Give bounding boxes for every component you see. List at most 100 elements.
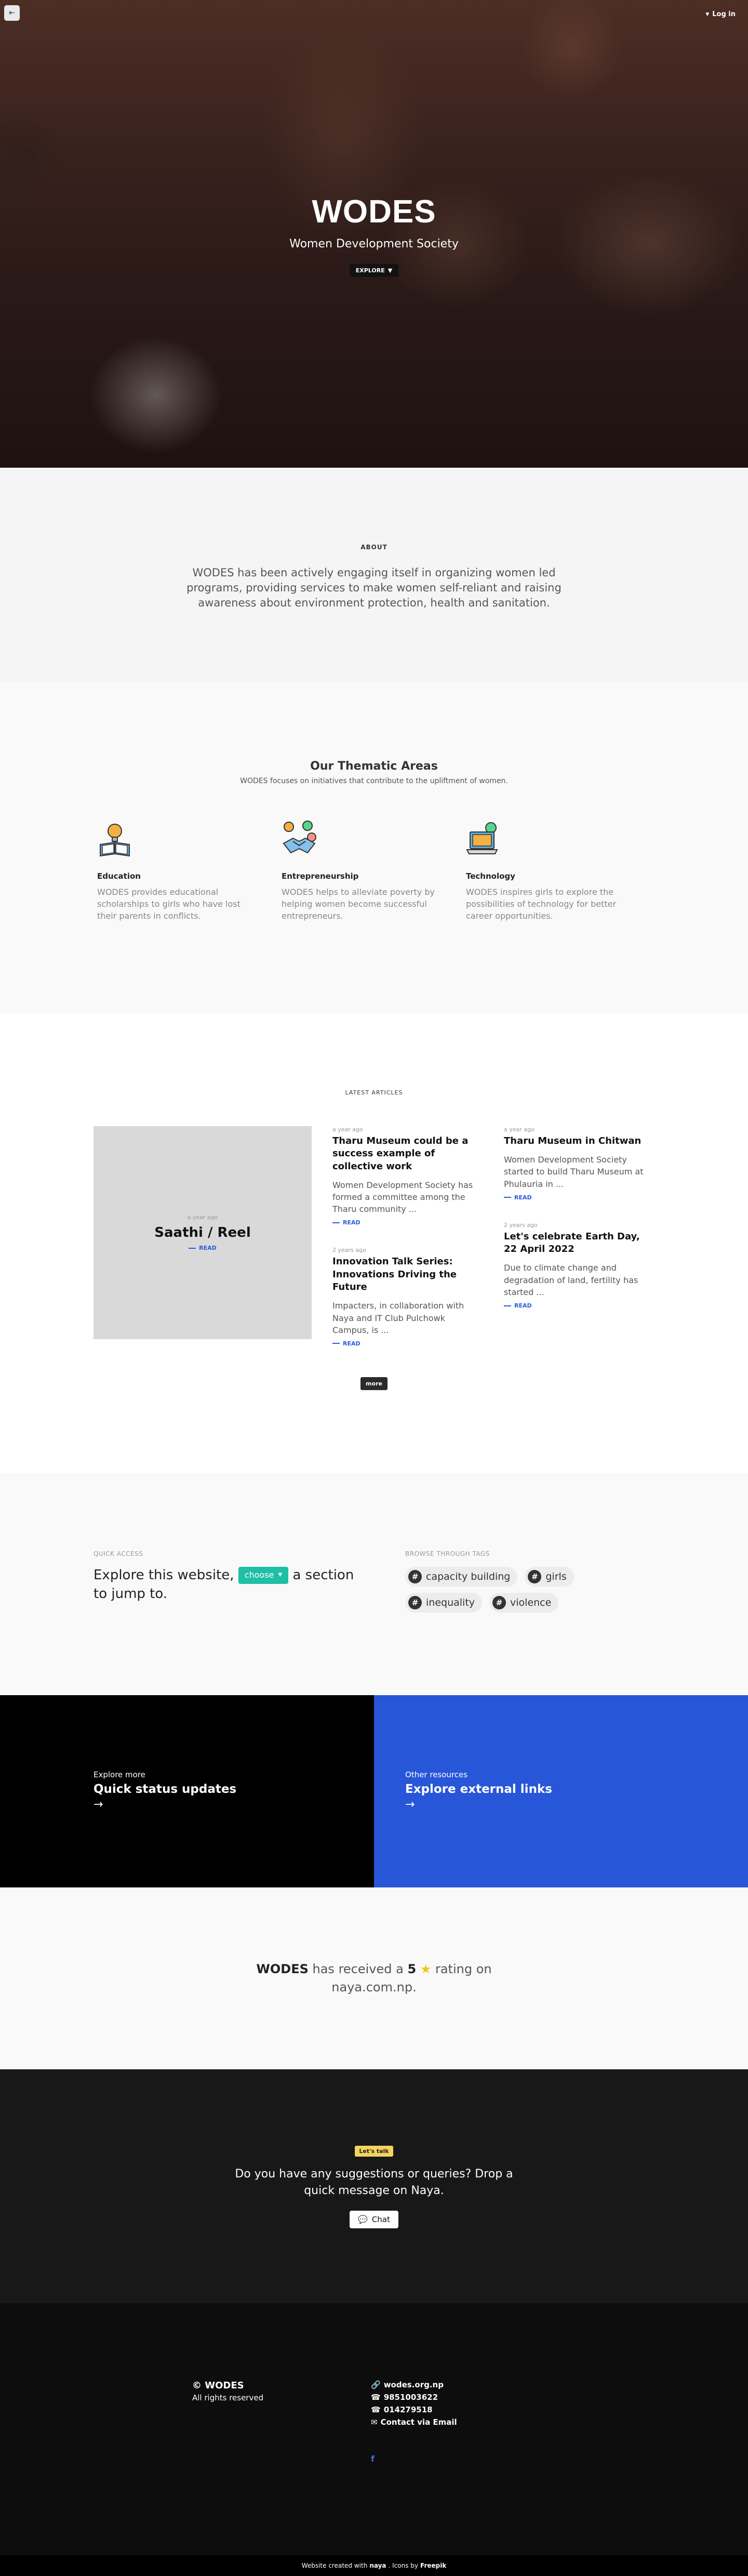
lets-talk-badge: Let's talk	[355, 2146, 393, 2157]
contact-question: Do you have any suggestions or queries? …	[235, 2168, 513, 2197]
hero-content: WODES Women Development Society EXPLORE …	[0, 193, 748, 277]
rating-score: 5	[407, 1962, 417, 1976]
area-text: WODES helps to alleviate poverty by help…	[282, 887, 435, 921]
article-column: a year ago Tharu Museum in Chitwan Women…	[504, 1126, 654, 1368]
footer-phone-link[interactable]: ☎ 014279518	[371, 2405, 457, 2414]
arrow-right-icon: →	[405, 1798, 415, 1811]
site-title: WODES	[312, 194, 436, 230]
article-title[interactable]: Innovation Talk Series: Innovations Driv…	[332, 1256, 483, 1293]
featured-article[interactable]: a year ago Saathi / Reel READ	[94, 1126, 312, 1339]
read-link[interactable]: READ	[332, 1340, 360, 1347]
tag-inequality[interactable]: # inequality	[405, 1593, 483, 1613]
footer-website-link[interactable]: 🔗 wodes.org.np	[371, 2380, 457, 2389]
article-card: a year ago Tharu Museum in Chitwan Women…	[504, 1126, 654, 1201]
article-card: 2 years ago Innovation Talk Series: Inno…	[332, 1247, 483, 1347]
article-title: Saathi / Reel	[154, 1225, 251, 1240]
about-kicker: ABOUT	[360, 544, 388, 551]
read-link[interactable]: READ	[504, 1194, 532, 1201]
arrow-right-icon: →	[94, 1798, 103, 1811]
article-card: a year ago Tharu Museum could be a succe…	[332, 1126, 483, 1226]
section-select[interactable]: choose ▼	[238, 1567, 289, 1584]
freepik-link[interactable]: Freepik	[420, 2562, 446, 2569]
footer-links: 🔗 wodes.org.np ☎ 9851003622 ☎ 014279518 ✉ Co…	[371, 2380, 457, 2464]
articles-kicker: LATEST ARTICLES	[345, 1089, 403, 1096]
statement-before: Explore this website,	[94, 1567, 234, 1583]
footer-brand-block: © WODES All rights reserved	[192, 2380, 371, 2464]
link-text: Contact via Email	[380, 2418, 457, 2427]
articles-section: LATEST ARTICLES a year ago Saathi / Reel…	[0, 1013, 748, 1473]
article-age: a year ago	[332, 1126, 363, 1133]
footer: © WODES All rights reserved 🔗 wodes.org.n…	[0, 2303, 748, 2555]
rating-text: WODES has received a 5 ★ rating on naya.…	[239, 1960, 509, 1997]
article-title[interactable]: Let's celebrate Earth Day, 22 April 2022	[504, 1231, 654, 1256]
about-section: ABOUT WODES has been actively engaging i…	[0, 468, 748, 683]
article-title[interactable]: Tharu Museum could be a success example …	[332, 1135, 483, 1173]
phone-icon: ☎	[371, 2405, 381, 2414]
more-wrap: more	[0, 1377, 748, 1390]
area-title: Education	[97, 871, 141, 881]
panel-title: Explore external links	[405, 1782, 552, 1796]
article-columns: a year ago Tharu Museum could be a succe…	[332, 1126, 654, 1368]
area-entrepreneurship: Entrepreneurship WODES helps to alleviat…	[282, 821, 466, 922]
panel-title: Quick status updates	[94, 1782, 237, 1796]
tag-label: violence	[510, 1597, 552, 1608]
explore-button[interactable]: EXPLORE ▼	[349, 264, 399, 277]
caret-down-icon: ▼	[388, 267, 393, 274]
article-title[interactable]: Tharu Museum in Chitwan	[504, 1135, 654, 1147]
hash-icon: #	[528, 1570, 542, 1583]
tag-violence[interactable]: # violence	[489, 1593, 559, 1613]
read-link[interactable]: READ	[504, 1302, 532, 1309]
back-button[interactable]: ⇤	[4, 5, 20, 21]
star-icon: ★	[420, 1962, 432, 1976]
naya-link[interactable]: naya	[369, 2562, 386, 2569]
chat-button[interactable]: 💬 Chat	[350, 2210, 398, 2228]
rating-mid: has received a	[312, 1962, 404, 1976]
tag-label: inequality	[426, 1597, 475, 1608]
read-link[interactable]: READ	[189, 1245, 217, 1251]
footer-brand: © WODES	[192, 2380, 244, 2391]
credit-prefix: Website created with	[301, 2562, 368, 2569]
phone-icon: ☎	[371, 2393, 381, 2402]
footer-email-link[interactable]: ✉ Contact via Email	[371, 2418, 457, 2427]
link-text: 014279518	[383, 2405, 433, 2414]
read-link[interactable]: READ	[332, 1219, 360, 1226]
hash-icon: #	[492, 1596, 506, 1609]
footer-phone-link[interactable]: ☎ 9851003622	[371, 2393, 457, 2402]
article-card: 2 years ago Let's celebrate Earth Day, 2…	[504, 1222, 654, 1309]
area-text: WODES provides educational scholarships …	[97, 887, 241, 921]
read-label: READ	[199, 1245, 217, 1251]
explore-panels: Explore more Quick status updates → Othe…	[0, 1695, 748, 1887]
quick-access-inner: QUICK ACCESS Explore this website, choos…	[94, 1473, 654, 1613]
tag-list: # capacity building # girls # inequality # v…	[405, 1567, 654, 1613]
article-age: 2 years ago	[504, 1221, 538, 1228]
credit-middle: . Icons by	[388, 2562, 419, 2569]
thematic-title: Our Thematic Areas	[310, 760, 438, 773]
footer-rights: All rights reserved	[192, 2393, 264, 2402]
status-updates-panel[interactable]: Explore more Quick status updates →	[0, 1695, 374, 1887]
login-label: Log in	[712, 10, 736, 18]
area-title: Entrepreneurship	[282, 871, 359, 881]
more-button[interactable]: more	[360, 1377, 388, 1390]
tag-girls[interactable]: # girls	[525, 1567, 574, 1587]
quick-access-statement: Explore this website, choose ▼ a section…	[94, 1566, 364, 1604]
back-arrow-icon: ⇤	[9, 9, 15, 17]
dash-icon	[332, 1222, 340, 1223]
hash-icon: #	[408, 1570, 422, 1583]
tag-capacity-building[interactable]: # capacity building	[405, 1567, 518, 1587]
chat-label: Chat	[371, 2214, 390, 2224]
area-education: Education WODES provides educational sch…	[97, 821, 282, 922]
quick-access-section: QUICK ACCESS Explore this website, choos…	[0, 1473, 748, 1695]
mail-icon: ✉	[371, 2418, 378, 2427]
dash-icon	[332, 1343, 340, 1344]
link-text: 9851003622	[383, 2393, 438, 2402]
external-links-panel[interactable]: Other resources Explore external links →	[374, 1695, 748, 1887]
login-link[interactable]: ▼ Log in	[705, 10, 736, 18]
articles-grid: a year ago Saathi / Reel READ a year ago…	[94, 1126, 654, 1368]
article-excerpt: Women Development Society started to bui…	[504, 1155, 644, 1189]
select-label: choose	[244, 1570, 274, 1580]
article-age: a year ago	[504, 1126, 535, 1133]
tag-label: capacity building	[426, 1571, 511, 1582]
panel-kicker: Other resources	[405, 1770, 468, 1779]
facebook-icon[interactable]: f	[371, 2454, 457, 2464]
article-excerpt: Women Development Society has formed a c…	[332, 1180, 473, 1214]
